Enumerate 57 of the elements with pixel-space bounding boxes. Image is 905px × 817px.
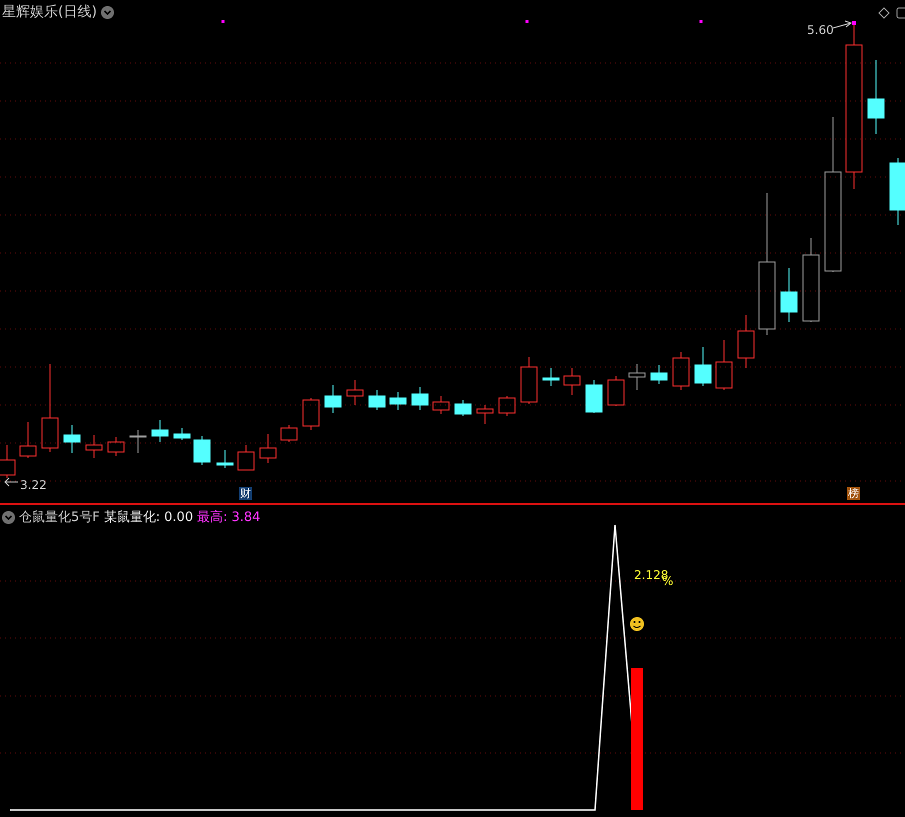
candlestick — [412, 386, 428, 410]
candlestick — [260, 434, 276, 464]
candlestick — [20, 422, 36, 458]
candlestick — [890, 158, 905, 226]
candlestick — [238, 444, 254, 470]
candlestick — [628, 364, 646, 390]
candlestick — [130, 430, 146, 454]
panel-toggle-icon[interactable] — [896, 8, 905, 18]
candlestick — [194, 436, 210, 466]
signal-marker-icon — [852, 21, 856, 25]
event-badge[interactable]: 财 — [239, 487, 252, 500]
high-price-label: 5.60 — [807, 24, 834, 36]
arrow-icon — [4, 478, 18, 486]
candlestick — [498, 396, 516, 416]
candlestick — [780, 268, 798, 322]
smiley-icon — [630, 617, 644, 631]
candlestick — [716, 340, 732, 390]
indicator-value-label: 某鼠量化: — [104, 509, 160, 526]
low-price-label: 3.22 — [20, 479, 47, 491]
candlestick — [586, 380, 602, 414]
indicator-name: 仓鼠量化5号F — [19, 509, 100, 526]
chevron-down-icon[interactable] — [2, 510, 15, 524]
candlestick — [0, 444, 16, 478]
candlestick — [694, 346, 712, 386]
candlestick — [174, 428, 190, 440]
candlestick — [152, 420, 168, 442]
signal-marker-icon — [222, 20, 224, 23]
chart-title: 星辉娱乐(日线) — [2, 3, 97, 21]
signal-marker-icon — [700, 20, 702, 23]
arrow-icon — [832, 20, 852, 28]
candlestick — [108, 436, 124, 456]
max-value: 3.84 — [231, 510, 260, 524]
candlestick — [280, 424, 298, 442]
candlestick — [738, 314, 754, 368]
diamond-icon[interactable] — [878, 7, 890, 19]
candlestick — [216, 450, 234, 468]
candlestick — [64, 424, 80, 454]
candlestick — [390, 392, 406, 410]
candlestick — [564, 368, 580, 396]
indicator-value: 0.00 — [164, 510, 194, 524]
candlestick — [86, 434, 102, 458]
candlestick — [454, 400, 472, 416]
candlestick — [650, 364, 668, 384]
event-badge[interactable]: 榜 — [847, 487, 860, 500]
candlestick — [302, 398, 320, 430]
candlestick — [324, 384, 342, 414]
candlestick — [368, 390, 386, 410]
candlestick — [432, 396, 450, 414]
signal-marker-icon — [526, 20, 528, 23]
candlestick — [346, 380, 364, 406]
candlestick — [608, 376, 624, 406]
max-label: 最高: — [197, 509, 228, 526]
chevron-down-icon[interactable] — [100, 6, 114, 18]
candlestick — [520, 356, 538, 404]
candlestick — [672, 352, 690, 390]
candlestick — [542, 368, 560, 386]
candlestick — [476, 404, 494, 424]
